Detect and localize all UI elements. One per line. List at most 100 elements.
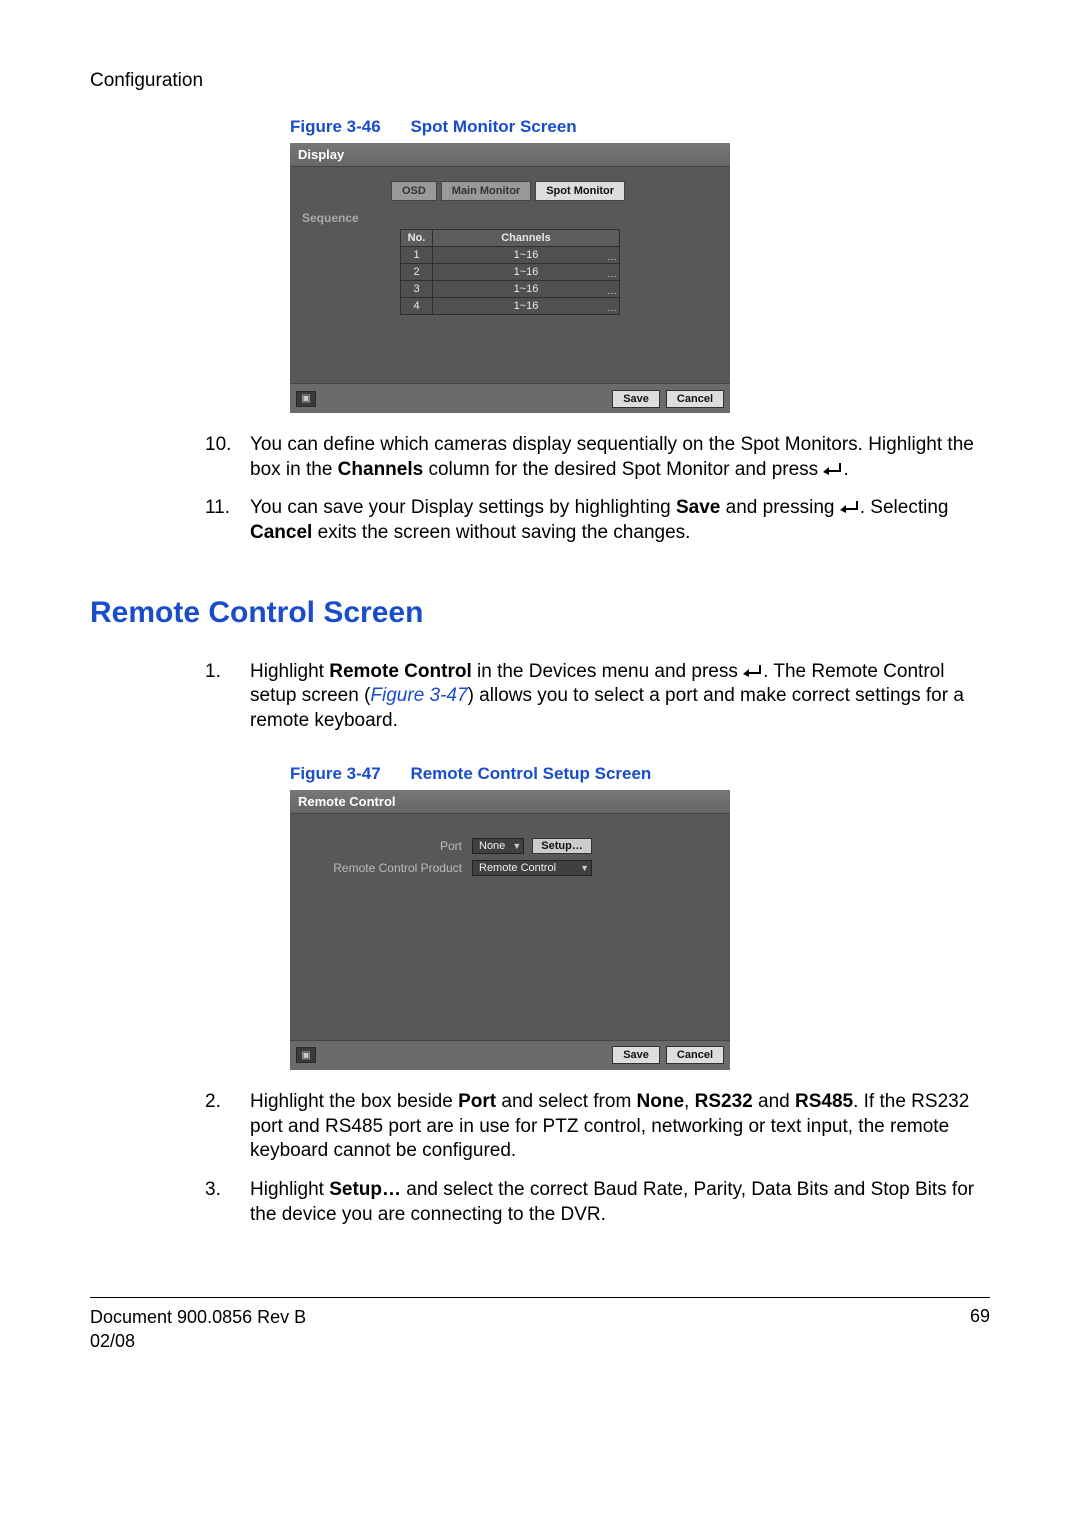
page-number: 69	[970, 1306, 990, 1353]
cell-no: 1	[401, 247, 433, 264]
product-select[interactable]: Remote Control ▼	[472, 860, 592, 876]
table-head-no: No.	[401, 230, 433, 247]
screenshot-footer: ▣ Save Cancel	[290, 1040, 730, 1070]
more-icon[interactable]: …	[607, 269, 617, 280]
bold-text: Port	[458, 1091, 496, 1112]
step-number: 2.	[90, 1090, 250, 1164]
bold-text: Channels	[338, 459, 424, 480]
step-number: 11.	[90, 496, 250, 545]
text-run: exits the screen without saving the chan…	[312, 522, 690, 543]
cancel-button[interactable]: Cancel	[666, 1046, 724, 1064]
port-label: Port	[302, 839, 472, 853]
table-row: 4 1~16 …	[401, 298, 620, 315]
bold-text: RS232	[695, 1091, 753, 1112]
cell-channels[interactable]: 1~16 …	[433, 298, 620, 315]
screenshot-footer: ▣ Save Cancel	[290, 383, 730, 413]
step-text: You can save your Display settings by hi…	[250, 496, 990, 545]
text-run: ,	[684, 1091, 695, 1112]
figure-title: Remote Control Setup Screen	[410, 764, 651, 783]
document-id: Document 900.0856 Rev B	[90, 1306, 306, 1329]
step-number: 3.	[90, 1178, 250, 1227]
table-row: 2 1~16 …	[401, 264, 620, 281]
list-item: 1. Highlight Remote Control in the Devic…	[90, 660, 990, 734]
cell-no: 4	[401, 298, 433, 315]
channels-value: 1~16	[514, 249, 539, 261]
page-footer: Document 900.0856 Rev B 02/08 69	[90, 1306, 990, 1353]
figure-title: Spot Monitor Screen	[410, 117, 576, 136]
text-run: Highlight	[250, 661, 329, 682]
figure-caption-46: Figure 3-46 Spot Monitor Screen	[290, 117, 990, 137]
product-row: Remote Control Product Remote Control ▼	[302, 860, 718, 876]
text-run: You can save your Display settings by hi…	[250, 497, 676, 518]
port-value: None	[479, 840, 505, 852]
context-menu-icon[interactable]: ▣	[296, 1047, 316, 1063]
tab-osd[interactable]: OSD	[391, 181, 437, 201]
context-menu-icon[interactable]: ▣	[296, 391, 316, 407]
enter-icon	[823, 459, 843, 480]
list-item: 10. You can define which cameras display…	[90, 433, 990, 482]
port-select[interactable]: None ▼	[472, 838, 524, 854]
product-value: Remote Control	[479, 862, 556, 874]
setup-button[interactable]: Setup…	[532, 838, 592, 854]
bold-text: Remote Control	[329, 661, 472, 682]
text-run: . Selecting	[860, 497, 949, 518]
cancel-button[interactable]: Cancel	[666, 390, 724, 408]
product-label: Remote Control Product	[302, 861, 472, 875]
footer-divider	[90, 1297, 990, 1298]
remote-control-screenshot: Remote Control Port None ▼ Setup… Remote…	[290, 790, 730, 1070]
bold-text: RS485	[795, 1091, 853, 1112]
sequence-table: No. Channels 1 1~16 … 2 1~16 … 3 1~16 … 4 1…	[400, 229, 620, 315]
channels-value: 1~16	[514, 300, 539, 312]
figure-reference: Figure 3-47	[370, 685, 467, 706]
text-run: and select from	[496, 1091, 636, 1112]
more-icon[interactable]: …	[607, 303, 617, 314]
spot-monitor-screenshot: Display OSD Main Monitor Spot Monitor Se…	[290, 143, 730, 413]
step-text: You can define which cameras display seq…	[250, 433, 990, 482]
port-row: Port None ▼ Setup…	[302, 838, 718, 854]
bold-text: Save	[676, 497, 720, 518]
text-run: column for the desired Spot Monitor and …	[423, 459, 823, 480]
table-row: 3 1~16 …	[401, 281, 620, 298]
tab-main-monitor[interactable]: Main Monitor	[441, 181, 531, 201]
save-button[interactable]: Save	[612, 1046, 660, 1064]
more-icon[interactable]: …	[607, 286, 617, 297]
chevron-down-icon: ▼	[580, 863, 589, 873]
cell-no: 3	[401, 281, 433, 298]
text-run: .	[843, 459, 848, 480]
section-heading: Remote Control Screen	[90, 596, 990, 630]
text-run: in the Devices menu and press	[472, 661, 743, 682]
page-header: Configuration	[90, 70, 990, 92]
channels-value: 1~16	[514, 266, 539, 278]
save-button[interactable]: Save	[612, 390, 660, 408]
cell-channels[interactable]: 1~16 …	[433, 264, 620, 281]
text-run: and pressing	[720, 497, 839, 518]
more-icon[interactable]: …	[607, 252, 617, 263]
document-date: 02/08	[90, 1330, 306, 1353]
step-text: Highlight Setup… and select the correct …	[250, 1178, 990, 1227]
list-item: 3. Highlight Setup… and select the corre…	[90, 1178, 990, 1227]
channels-value: 1~16	[514, 283, 539, 295]
bold-text: None	[637, 1091, 685, 1112]
enter-icon	[840, 497, 860, 518]
cell-channels[interactable]: 1~16 …	[433, 281, 620, 298]
display-tabs: OSD Main Monitor Spot Monitor	[302, 181, 718, 201]
text-run: Highlight	[250, 1179, 329, 1200]
step-number: 1.	[90, 660, 250, 734]
list-item: 11. You can save your Display settings b…	[90, 496, 990, 545]
chevron-down-icon: ▼	[512, 841, 521, 851]
table-row: 1 1~16 …	[401, 247, 620, 264]
screenshot-body: OSD Main Monitor Spot Monitor Sequence N…	[290, 167, 730, 319]
table-head-channels: Channels	[433, 230, 620, 247]
screenshot-titlebar: Display	[290, 143, 730, 167]
text-run: and	[753, 1091, 795, 1112]
cell-no: 2	[401, 264, 433, 281]
bold-text: Cancel	[250, 522, 312, 543]
list-item: 2. Highlight the box beside Port and sel…	[90, 1090, 990, 1164]
step-text: Highlight Remote Control in the Devices …	[250, 660, 990, 734]
figure-label: Figure 3-47	[290, 764, 381, 783]
figure-caption-47: Figure 3-47 Remote Control Setup Screen	[290, 764, 990, 784]
screenshot-titlebar: Remote Control	[290, 790, 730, 814]
figure-label: Figure 3-46	[290, 117, 381, 136]
cell-channels[interactable]: 1~16 …	[433, 247, 620, 264]
tab-spot-monitor[interactable]: Spot Monitor	[535, 181, 625, 201]
